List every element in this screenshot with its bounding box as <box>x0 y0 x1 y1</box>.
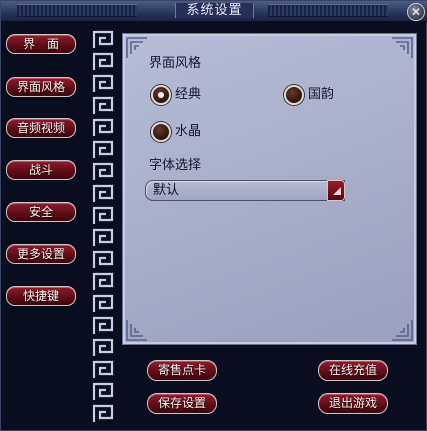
nav-button-hotkeys[interactable]: 快捷键 <box>6 286 76 306</box>
style-option-classic[interactable]: 经典 <box>151 85 201 105</box>
radio-selected-icon <box>151 85 171 105</box>
meander-border-decoration <box>91 29 115 425</box>
consign-card-button[interactable]: 寄售点卡 <box>147 360 217 381</box>
font-section-label: 字体选择 <box>149 158 202 173</box>
radio-unselected-icon <box>284 85 304 105</box>
style-option-label: 水晶 <box>175 124 202 139</box>
settings-window: 系统设置 ✕ 界 面 界面风格 音频视频 战斗 安全 更多设置 快捷键 界面风格 <box>0 0 427 431</box>
radio-unselected-icon <box>151 122 171 142</box>
settings-panel: 界面风格 经典 国韵 水晶 字体选择 默认 <box>122 33 417 345</box>
online-recharge-button[interactable]: 在线充值 <box>318 360 388 381</box>
close-icon: ✕ <box>410 5 422 19</box>
corner-ornament-icon <box>126 320 147 341</box>
title-bar[interactable]: 系统设置 ✕ <box>1 1 427 22</box>
corner-ornament-icon <box>126 37 147 58</box>
nav-button-interface-style[interactable]: 界面风格 <box>6 77 76 97</box>
nav-button-more-settings[interactable]: 更多设置 <box>6 244 76 264</box>
nav-button-interface[interactable]: 界 面 <box>6 34 76 54</box>
window-title-wrap: 系统设置 <box>1 3 427 19</box>
font-select[interactable]: 默认 <box>145 180 345 201</box>
font-select-value: 默认 <box>153 183 180 198</box>
corner-ornament-icon <box>392 37 413 58</box>
dropdown-arrow-icon <box>333 187 341 195</box>
nav-button-combat[interactable]: 战斗 <box>6 160 76 180</box>
nav-button-security[interactable]: 安全 <box>6 202 76 222</box>
window-title: 系统设置 <box>175 3 254 18</box>
style-section-label: 界面风格 <box>149 56 202 71</box>
corner-ornament-icon <box>392 320 413 341</box>
close-button[interactable]: ✕ <box>407 3 425 21</box>
style-option-label: 国韵 <box>308 87 335 102</box>
style-option-crystal[interactable]: 水晶 <box>151 122 201 142</box>
save-settings-button[interactable]: 保存设置 <box>147 393 217 414</box>
style-option-label: 经典 <box>175 87 202 102</box>
nav-button-audio-video[interactable]: 音频视频 <box>6 118 76 138</box>
style-option-guoyun[interactable]: 国韵 <box>284 85 334 105</box>
exit-game-button[interactable]: 退出游戏 <box>318 393 388 414</box>
font-select-dropdown-button[interactable] <box>327 180 345 201</box>
